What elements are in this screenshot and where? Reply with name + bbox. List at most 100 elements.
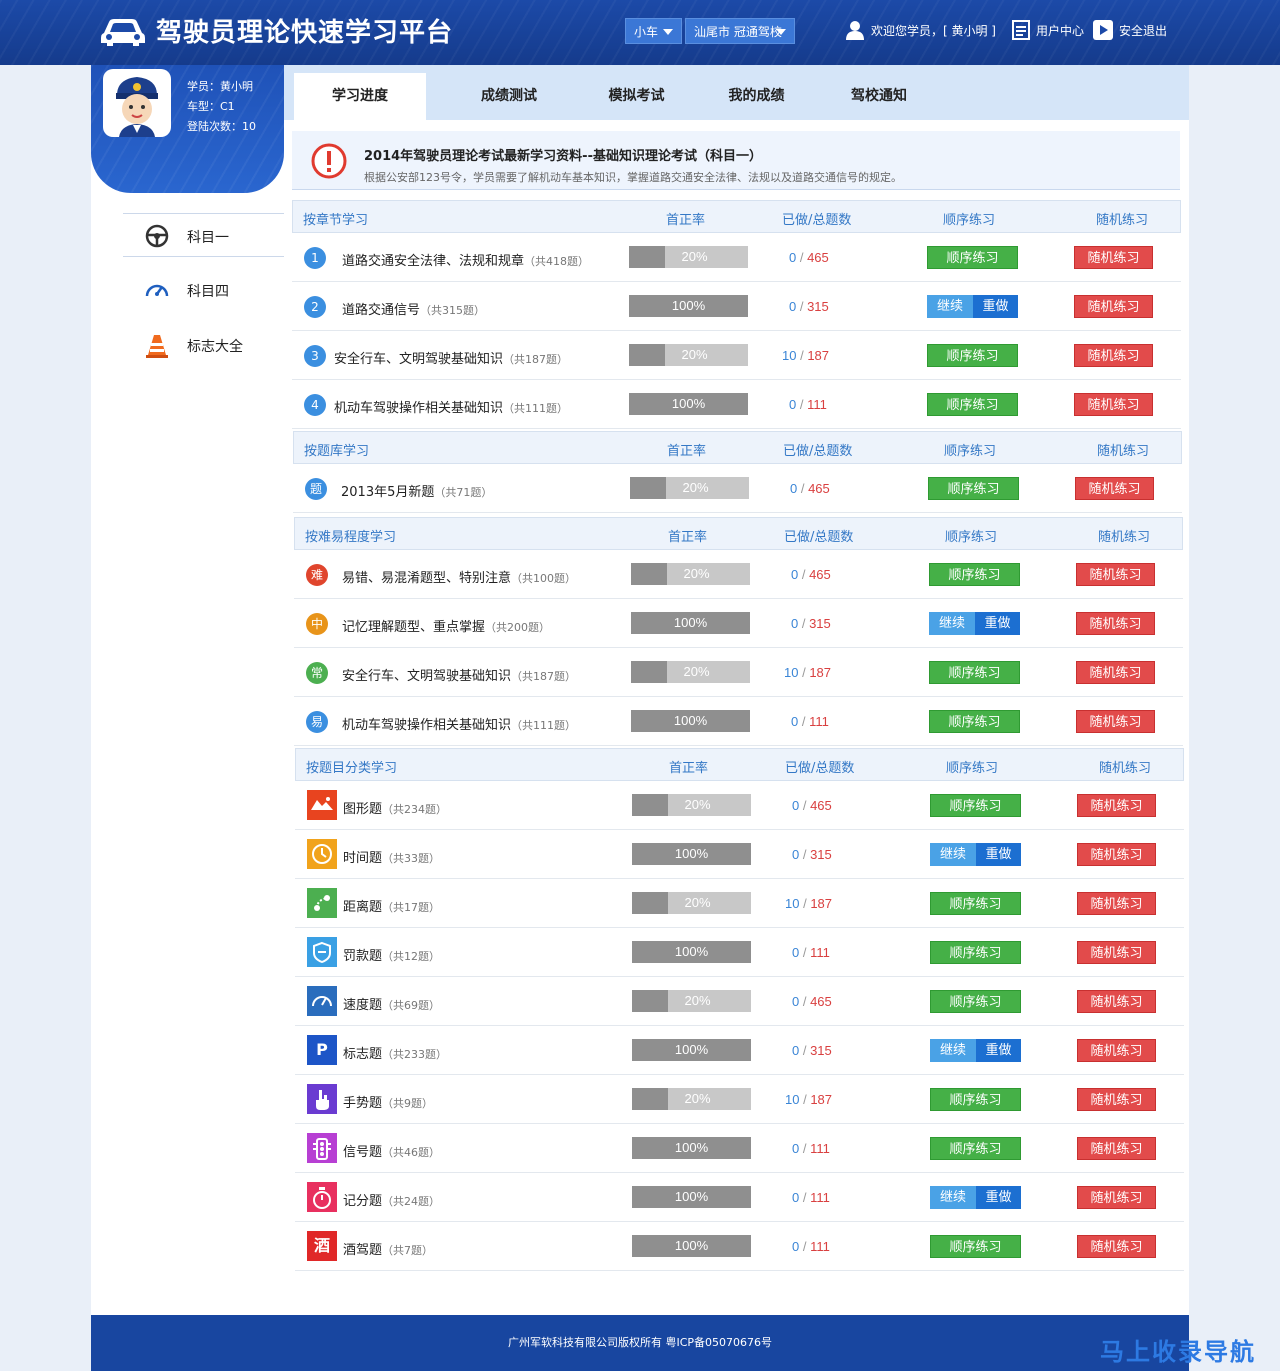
random-practice-button[interactable]: 随机练习: [1074, 393, 1153, 416]
continue-button[interactable]: 继续: [930, 843, 976, 866]
sequential-practice-button[interactable]: 顺序练习: [927, 246, 1018, 269]
accuracy-progress-bar: 100%: [632, 941, 751, 963]
row-name[interactable]: 手势题（共9题）: [343, 1092, 433, 1111]
random-practice-button[interactable]: 随机练习: [1077, 794, 1156, 817]
row-name[interactable]: 2013年5月新题（共71题）: [341, 481, 492, 500]
sequential-practice-button[interactable]: 顺序练习: [927, 393, 1018, 416]
tab-school-notice[interactable]: 驾校通知: [814, 73, 944, 120]
sequential-practice-button[interactable]: 顺序练习: [930, 1088, 1021, 1111]
row-name[interactable]: 安全行车、文明驾驶基础知识（共187题）: [334, 348, 568, 367]
redo-button[interactable]: 重做: [976, 1039, 1021, 1062]
col-rand-label: 随机练习: [1098, 530, 1151, 545]
random-practice-button[interactable]: 随机练习: [1075, 477, 1154, 500]
row-name[interactable]: 时间题（共33题）: [343, 847, 440, 866]
row-name[interactable]: 安全行车、文明驾驶基础知识（共187题）: [342, 665, 576, 684]
random-practice-button[interactable]: 随机练习: [1077, 1088, 1156, 1111]
row-name[interactable]: 速度题（共69题）: [343, 994, 440, 1013]
random-practice-button[interactable]: 随机练习: [1076, 563, 1155, 586]
sequential-practice-button[interactable]: 顺序练习: [930, 1137, 1021, 1160]
logout-link[interactable]: 安全退出: [1093, 20, 1167, 40]
row-name-text: 安全行车、文明驾驶基础知识: [334, 352, 504, 367]
done-total-count: 0 / 465: [792, 994, 832, 1009]
done-total-count: 0 / 111: [792, 1141, 830, 1156]
sequential-practice-button[interactable]: 顺序练习: [927, 344, 1018, 367]
row-name[interactable]: 距离题（共17题）: [343, 896, 440, 915]
car-type-select[interactable]: 小车: [625, 18, 682, 44]
steering-wheel-icon: [145, 224, 169, 248]
sequential-practice-button[interactable]: 顺序练习: [929, 710, 1020, 733]
row-name[interactable]: 记分题（共24题）: [343, 1190, 440, 1209]
random-practice-button[interactable]: 随机练习: [1074, 246, 1153, 269]
sequential-practice-button[interactable]: 顺序练习: [930, 1235, 1021, 1258]
row-name[interactable]: 机动车驾驶操作相关基础知识（共111题）: [342, 714, 576, 733]
welcome-text: 欢迎您学员，[ 黄小明 ]: [871, 23, 996, 38]
random-practice-button[interactable]: 随机练习: [1077, 1137, 1156, 1160]
random-practice-button[interactable]: 随机练习: [1076, 661, 1155, 684]
continue-redo-group: 继续 重做: [930, 1186, 1021, 1209]
done-total-count: 10 / 187: [784, 665, 831, 680]
sidebar-item-signs[interactable]: 标志大全: [123, 323, 284, 367]
speedometer-icon: [145, 284, 169, 297]
sequential-practice-button[interactable]: 顺序练习: [930, 990, 1021, 1013]
random-practice-button[interactable]: 随机练习: [1074, 295, 1153, 318]
tab-mock-exam[interactable]: 模拟考试: [574, 73, 699, 120]
row-name[interactable]: 易错、易混淆题型、特别注意（共100题）: [342, 567, 576, 586]
row-name[interactable]: 道路交通信号（共315题）: [342, 299, 485, 318]
tab-my-scores[interactable]: 我的成绩: [699, 73, 814, 120]
continue-button[interactable]: 继续: [929, 612, 975, 635]
done-total-count: 10 / 187: [785, 896, 832, 911]
sequential-practice-button[interactable]: 顺序练习: [930, 941, 1021, 964]
sequential-practice-button[interactable]: 顺序练习: [928, 477, 1019, 500]
random-practice-button[interactable]: 随机练习: [1077, 843, 1156, 866]
redo-button[interactable]: 重做: [973, 295, 1018, 318]
continue-button[interactable]: 继续: [930, 1039, 976, 1062]
continue-button[interactable]: 继续: [930, 1186, 976, 1209]
row-name-text: 手势题: [343, 1096, 383, 1111]
tab-progress[interactable]: 学习进度: [294, 73, 426, 120]
row-name[interactable]: 机动车驾驶操作相关基础知识（共111题）: [334, 397, 568, 416]
row-badge: 常: [306, 662, 328, 684]
random-practice-button[interactable]: 随机练习: [1077, 1235, 1156, 1258]
document-icon: [1012, 20, 1030, 40]
random-practice-button[interactable]: 随机练习: [1077, 1186, 1156, 1209]
sidebar-item-subject1[interactable]: 科目一: [123, 213, 284, 257]
app-title: 驾驶员理论快速学习平台: [156, 18, 454, 48]
sequential-practice-button[interactable]: 顺序练习: [929, 661, 1020, 684]
count-separator: /: [799, 1141, 811, 1156]
tab-score-test[interactable]: 成绩测试: [444, 73, 574, 120]
continue-redo-group: 继续 重做: [927, 295, 1018, 318]
sequential-practice-button[interactable]: 顺序练习: [930, 794, 1021, 817]
count-separator: /: [796, 397, 808, 412]
accuracy-progress-bar: 100%: [629, 295, 748, 317]
user-center-link[interactable]: 用户中心: [1012, 20, 1084, 40]
redo-button[interactable]: 重做: [976, 843, 1021, 866]
section-title: 按题目分类学习: [306, 761, 398, 776]
random-practice-button[interactable]: 随机练习: [1076, 710, 1155, 733]
random-practice-button[interactable]: 随机练习: [1077, 941, 1156, 964]
random-practice-button[interactable]: 随机练习: [1077, 892, 1156, 915]
total-count: 465: [810, 994, 832, 1009]
redo-button[interactable]: 重做: [976, 1186, 1021, 1209]
row-badge: 3: [304, 345, 326, 367]
row-name[interactable]: 道路交通安全法律、法规和规章（共418题）: [342, 250, 589, 269]
random-practice-button[interactable]: 随机练习: [1074, 344, 1153, 367]
row-name[interactable]: 标志题（共233题）: [343, 1043, 447, 1062]
row-name[interactable]: 罚款题（共12题）: [343, 945, 440, 964]
random-practice-button[interactable]: 随机练习: [1077, 990, 1156, 1013]
continue-button[interactable]: 继续: [927, 295, 973, 318]
row-name[interactable]: 信号题（共46题）: [343, 1141, 440, 1160]
sidebar-item-subject4[interactable]: 科目四: [123, 268, 284, 312]
sequential-practice-button[interactable]: 顺序练习: [930, 892, 1021, 915]
user-center-label: 用户中心: [1036, 23, 1085, 38]
sequential-practice-button[interactable]: 顺序练习: [929, 563, 1020, 586]
done-count: 10: [785, 1092, 800, 1107]
row-name[interactable]: 酒驾题（共7题）: [343, 1239, 433, 1258]
row-name[interactable]: 图形题（共234题）: [343, 798, 447, 817]
random-practice-button[interactable]: 随机练习: [1077, 1039, 1156, 1062]
row-name[interactable]: 记忆理解题型、重点掌握（共200题）: [342, 616, 550, 635]
study-row: 酒酒驾题（共7题） 100% 0 / 111 顺序练习 随机练习: [295, 1222, 1184, 1271]
redo-button[interactable]: 重做: [975, 612, 1020, 635]
school-select[interactable]: 汕尾市 冠通驾校: [685, 18, 795, 44]
random-practice-button[interactable]: 随机练习: [1076, 612, 1155, 635]
row-total-note: （共111题）: [511, 719, 577, 732]
